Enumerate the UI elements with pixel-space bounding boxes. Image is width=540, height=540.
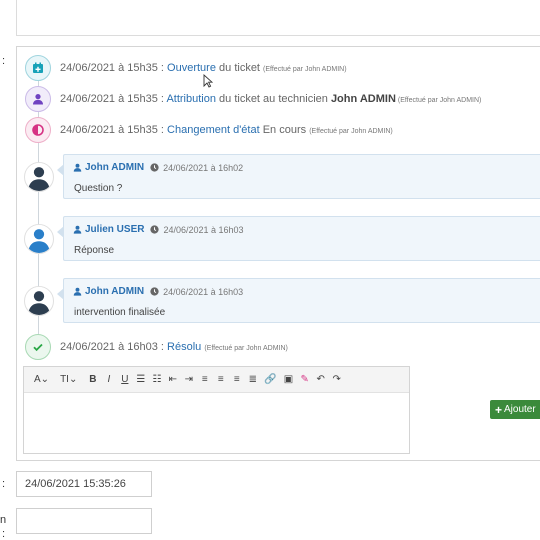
message-header: John ADMIN 24/06/2021 à 16h03: [73, 286, 243, 297]
indent-button[interactable]: ⇥: [182, 371, 195, 389]
user-icon: [73, 225, 82, 234]
clock-icon: [150, 287, 159, 296]
bullet-list-button[interactable]: ☰: [134, 371, 147, 389]
event-status-change: 24/06/2021 à 15h35 : Changement d'état E…: [60, 124, 393, 136]
message-header: John ADMIN 24/06/2021 à 16h02: [73, 162, 243, 173]
outdent-button[interactable]: ⇤: [166, 371, 179, 389]
add-button-label: Ajouter: [504, 404, 536, 415]
event-date: 24/06/2021 à 15h35 :: [60, 124, 168, 136]
field-label-colon: :: [2, 55, 6, 67]
check-icon: [25, 334, 51, 360]
editor-toolbar: A⌄ TI⌄ B I U ☰ ☷ ⇤ ⇥ ≡ ≡ ≡ ≣ 🔗 ▣ ✎ ↶ ↷: [24, 367, 409, 393]
font-color-button[interactable]: A⌄: [32, 371, 51, 389]
avatar: [24, 162, 54, 192]
message-author: Julien USER: [85, 224, 145, 235]
event-action: Attribution: [166, 93, 216, 105]
bold-button[interactable]: B: [86, 371, 99, 389]
message-body: Question ?: [74, 183, 123, 194]
clock-icon: [150, 163, 159, 172]
event-resolved: 24/06/2021 à 16h03 : Résolu (Effectué pa…: [60, 341, 288, 353]
clear-format-button[interactable]: ✎: [298, 371, 311, 389]
message-author: John ADMIN: [85, 162, 145, 173]
plus-icon: +: [495, 402, 503, 417]
user-icon: [25, 86, 51, 112]
clock-icon: [150, 225, 160, 234]
event-text: En cours: [259, 124, 310, 136]
description-box[interactable]: [16, 0, 540, 36]
cursor-icon: [203, 74, 213, 88]
message-header: Julien USER 24/06/2021 à 16h03: [73, 224, 244, 235]
user-icon: [73, 287, 82, 296]
half-circle-icon: [25, 117, 51, 143]
event-action: Résolu: [167, 341, 202, 353]
event-author: (Effectué par John ADMIN): [204, 345, 288, 352]
add-button[interactable]: + Ajouter: [490, 400, 540, 419]
field-label-colon: :: [2, 528, 6, 540]
event-author: (Effectué par John ADMIN): [309, 128, 393, 135]
event-text: du ticket au technicien: [215, 93, 331, 105]
user-icon: [73, 163, 82, 172]
font-size-button[interactable]: TI⌄: [58, 371, 79, 389]
event-date: 24/06/2021 à 16h03 :: [60, 341, 168, 353]
event-assignment: 24/06/2021 à 15h35 : Attribution du tick…: [60, 93, 481, 105]
align-right-button[interactable]: ≡: [230, 371, 243, 389]
message-body: intervention finalisée: [74, 307, 166, 318]
message-body: Réponse: [74, 245, 115, 256]
editor-content-area[interactable]: [24, 393, 409, 453]
numbered-list-button[interactable]: ☷: [150, 371, 163, 389]
message-date: 24/06/2021 à 16h02: [163, 162, 244, 173]
link-button[interactable]: 🔗: [262, 371, 278, 389]
event-action: Ouverture: [167, 62, 216, 74]
avatar: [24, 286, 54, 316]
event-opening: 24/06/2021 à 15h35 : Ouverture du ticket…: [60, 62, 347, 74]
followup-message: John ADMIN 24/06/2021 à 16h02 Question ?…: [57, 154, 540, 199]
message-date: 24/06/2021 à 16h03: [163, 224, 244, 235]
underline-button[interactable]: U: [118, 371, 131, 389]
justify-button[interactable]: ≣: [246, 371, 259, 389]
event-action: Changement d'état: [167, 124, 260, 136]
avatar: [24, 224, 54, 254]
followup-message: John ADMIN 24/06/2021 à 16h03 interventi…: [57, 278, 540, 323]
align-left-button[interactable]: ≡: [198, 371, 211, 389]
field-label-fragment: n: [0, 514, 7, 526]
event-technician: John ADMIN: [330, 93, 396, 105]
italic-button[interactable]: I: [102, 371, 115, 389]
calendar-plus-icon: [25, 55, 51, 81]
date-field[interactable]: 24/06/2021 15:35:26: [16, 471, 152, 497]
align-center-button[interactable]: ≡: [214, 371, 227, 389]
field-label-colon: :: [2, 478, 6, 490]
message-author: John ADMIN: [85, 286, 145, 297]
message-date: 24/06/2021 à 16h03: [163, 286, 244, 297]
event-text: du ticket: [215, 62, 264, 74]
rich-text-editor: A⌄ TI⌄ B I U ☰ ☷ ⇤ ⇥ ≡ ≡ ≡ ≣ 🔗 ▣ ✎ ↶ ↷: [23, 366, 410, 454]
followup-message: Julien USER 24/06/2021 à 16h03 Réponse ◂: [57, 216, 540, 261]
event-author: (Effectué par John ADMIN): [263, 66, 347, 73]
event-date: 24/06/2021 à 15h35 :: [60, 62, 168, 74]
redo-button[interactable]: ↷: [330, 371, 343, 389]
image-button[interactable]: ▣: [282, 371, 295, 389]
empty-field[interactable]: [16, 508, 152, 534]
undo-button[interactable]: ↶: [314, 371, 327, 389]
event-author: (Effectué par John ADMIN): [395, 97, 482, 104]
event-date: 24/06/2021 à 15h35 :: [60, 93, 167, 105]
